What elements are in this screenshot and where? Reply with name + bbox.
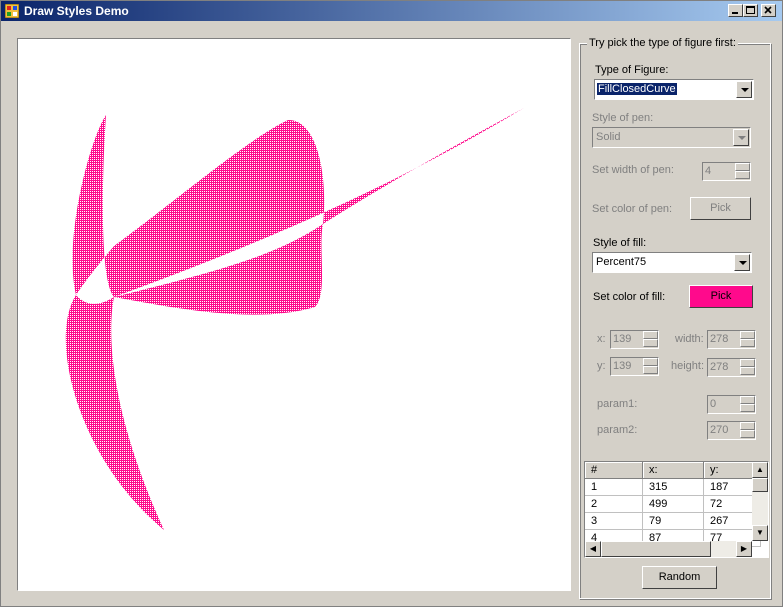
width-value: 278 [710,333,729,345]
spin-up-button[interactable] [735,163,750,171]
param1-value: 0 [710,398,717,410]
spin-up-button[interactable] [740,331,755,339]
pick-pen-color-button[interactable]: Pick [690,197,751,220]
arrow-up-icon: ▲ [756,465,764,474]
y-label: y: [597,360,606,372]
arrow-right-icon: ▶ [740,544,748,553]
param2-spinner[interactable]: 270 [707,421,756,440]
spin-down-button[interactable] [643,366,658,374]
pick-fill-color-label: Pick [710,290,732,302]
scroll-left-button[interactable]: ◀ [585,541,601,557]
random-button-label: Random [658,571,701,583]
type-of-figure-label: Type of Figure: [595,64,669,76]
style-of-pen-select[interactable]: Solid [592,127,751,148]
style-of-pen-label: Style of pen: [592,112,654,124]
width-of-pen-value: 4 [705,165,712,177]
points-table: # x: y: 1 315 187 2 499 72 3 79 267 4 87 [585,462,761,547]
type-of-figure-dropdown-button[interactable] [736,81,752,98]
param2-label: param2: [597,424,638,436]
title-bar[interactable]: Draw Styles Demo [1,1,782,21]
pick-fill-color-button[interactable]: Pick [689,285,753,308]
y-value: 139 [613,360,632,372]
style-of-pen-dropdown-button[interactable] [733,129,749,146]
style-of-fill-dropdown-button[interactable] [734,254,750,271]
style-of-pen-value: Solid [596,131,621,143]
pick-pen-color-label: Pick [710,202,731,214]
spin-down-button[interactable] [740,404,755,412]
height-spinner[interactable]: 278 [707,358,756,377]
arrow-left-icon: ◀ [589,544,597,553]
arrow-down-icon: ▼ [756,528,764,537]
minimize-button[interactable] [728,4,743,17]
height-value: 278 [710,361,729,373]
column-header-index[interactable]: # [585,462,643,479]
random-button[interactable]: Random [642,566,717,589]
spin-down-button[interactable] [643,339,658,347]
param1-spinner[interactable]: 0 [707,395,756,414]
spin-up-button[interactable] [740,422,755,430]
closed-curve-figure [65,108,524,530]
x-label: x: [597,333,606,345]
table-row[interactable]: 1 315 187 [585,478,761,496]
horizontal-scroll-thumb[interactable] [601,541,711,557]
table-cell[interactable]: 79 [642,512,704,530]
spin-up-button[interactable] [643,331,658,339]
scroll-down-button[interactable]: ▼ [752,525,768,541]
table-cell[interactable]: 315 [642,478,704,496]
spin-down-button[interactable] [735,171,750,179]
chevron-down-icon [739,261,747,265]
width-label: width: [675,333,704,345]
x-spinner[interactable]: 139 [610,330,659,349]
color-of-fill-label: Set color of fill: [593,291,666,303]
scroll-right-button[interactable]: ▶ [736,541,752,557]
filled-closed-curve [65,108,524,530]
spin-down-button[interactable] [740,430,755,438]
table-cell[interactable]: 3 [585,512,643,530]
close-icon [764,6,772,14]
color-of-pen-label: Set color of pen: [592,203,673,215]
drawing-canvas[interactable] [17,38,571,591]
table-cell[interactable]: 1 [585,478,643,496]
x-value: 139 [613,333,632,345]
app-icon [5,4,19,18]
spin-down-button[interactable] [740,339,755,347]
spin-up-button[interactable] [740,359,755,367]
type-of-figure-value: FillClosedCurve [596,82,678,96]
maximize-button[interactable] [743,4,758,17]
type-of-figure-select[interactable]: FillClosedCurve [594,79,754,100]
width-of-pen-label: Set width of pen: [592,164,674,176]
param1-label: param1: [597,398,638,410]
maximize-icon [746,6,755,14]
table-cell[interactable]: 2 [585,495,643,513]
window-title: Draw Styles Demo [24,4,129,18]
table-row[interactable]: 2 499 72 [585,495,761,513]
minimize-icon [732,12,738,14]
group-caption: Try pick the type of figure first: [587,37,738,49]
column-header-x[interactable]: x: [642,462,704,479]
table-row[interactable]: 3 79 267 [585,512,761,530]
param2-value: 270 [710,424,729,436]
style-of-fill-value: Percent75 [596,256,647,268]
vertical-scrollbar[interactable]: ▲ ▼ [752,462,768,541]
chevron-down-icon [738,136,746,140]
spin-up-button[interactable] [643,358,658,366]
table-cell[interactable]: 499 [642,495,704,513]
main-window: Draw Styles Demo Try pick the type of fi… [0,0,783,607]
style-of-fill-select[interactable]: Percent75 [592,252,752,273]
style-of-fill-label: Style of fill: [593,237,647,249]
close-button[interactable] [761,4,776,17]
vertical-scroll-thumb[interactable] [752,478,768,492]
spin-up-button[interactable] [740,396,755,404]
scroll-up-button[interactable]: ▲ [752,462,768,478]
width-spinner[interactable]: 278 [707,330,756,349]
points-grid[interactable]: # x: y: 1 315 187 2 499 72 3 79 267 4 87 [584,461,769,558]
spin-down-button[interactable] [740,367,755,375]
y-spinner[interactable]: 139 [610,357,659,376]
width-of-pen-spinner[interactable]: 4 [702,162,751,181]
horizontal-scrollbar[interactable]: ◀ ▶ [585,541,752,557]
height-label: height: [671,360,705,372]
chevron-down-icon [741,88,749,92]
